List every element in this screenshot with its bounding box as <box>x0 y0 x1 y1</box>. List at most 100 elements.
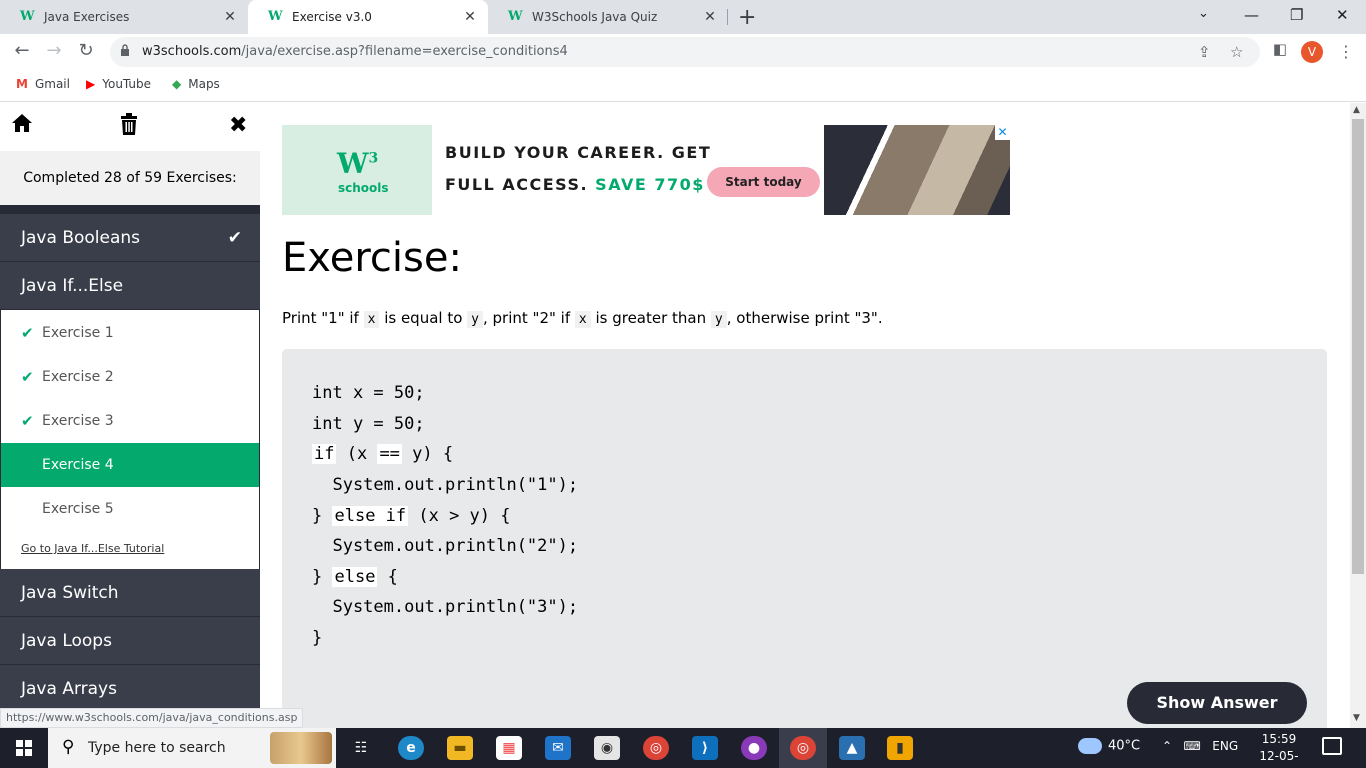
code-line: System.out.println("1"); <box>312 475 579 495</box>
photos-icon[interactable]: ▲ <box>839 736 865 760</box>
code-blank-input[interactable]: else if <box>332 506 409 526</box>
tab-java-exercises[interactable]: W Java Exercises ✕ <box>0 0 248 34</box>
section-label: Java Booleans <box>21 228 141 248</box>
chrome-active-icon[interactable]: ◎ <box>790 736 816 760</box>
exercise-label: Exercise 5 <box>42 501 114 517</box>
network-icon[interactable]: ⌨ <box>1184 739 1201 753</box>
close-tab-icon[interactable]: ✕ <box>462 9 478 25</box>
minimize-icon[interactable]: — <box>1244 6 1259 24</box>
advertisement-banner[interactable]: W3 schools BUILD YOUR CAREER. GET FULL A… <box>282 125 1010 215</box>
completed-count: Completed 28 of 59 Exercises: <box>0 151 260 205</box>
tab-w3schools-java-quiz[interactable]: W W3Schools Java Quiz ✕ <box>488 0 728 34</box>
bookmark-label: YouTube <box>102 77 152 91</box>
page-title: Exercise: <box>282 235 462 281</box>
desc-text: , print "2" if <box>483 309 575 327</box>
sidebar-section-java-switch[interactable]: Java Switch <box>0 569 260 617</box>
code-text: (x <box>336 444 378 464</box>
trash-icon-graphic <box>121 113 137 135</box>
scroll-thumb[interactable] <box>1352 119 1364 574</box>
home-icon[interactable] <box>11 113 33 139</box>
folder-user-icon[interactable]: ▮ <box>887 736 913 760</box>
page-scrollbar[interactable]: ▲ ▼ <box>1350 103 1366 728</box>
chrome-icon[interactable]: ◎ <box>643 736 669 760</box>
sidebar-section-java-if-else[interactable]: Java If...Else <box>0 262 260 310</box>
bookmark-gmail[interactable]: M Gmail <box>16 77 70 91</box>
share-icon[interactable]: ⇪ <box>1198 43 1211 61</box>
sidebar-item-exercise-2[interactable]: ✔ Exercise 2 <box>1 355 259 399</box>
mail-icon[interactable]: ✉ <box>545 736 571 760</box>
back-arrow-icon[interactable]: ← <box>10 40 34 61</box>
bookmark-star-icon[interactable]: ☆ <box>1230 43 1243 61</box>
sidebar-section-java-loops[interactable]: Java Loops <box>0 617 260 665</box>
tab-search-chevron-icon[interactable]: ⌄ <box>1198 6 1209 21</box>
forward-arrow-icon[interactable]: → <box>42 40 66 61</box>
trash-icon[interactable] <box>119 113 139 141</box>
task-view-icon[interactable]: ☷ <box>348 736 374 760</box>
store-icon[interactable]: ▦ <box>496 736 522 760</box>
close-tab-icon[interactable]: ✕ <box>222 9 238 25</box>
logo-letter: W <box>337 147 369 180</box>
close-window-icon[interactable]: ✕ <box>1336 6 1349 24</box>
scroll-up-arrow-icon[interactable]: ▲ <box>1353 105 1360 115</box>
address-bar[interactable]: w3schools.com/java/exercise.asp?filename… <box>110 37 1260 67</box>
code-blank-input[interactable]: else <box>332 567 378 587</box>
maximize-icon[interactable]: ❐ <box>1290 6 1303 24</box>
reload-icon[interactable]: ↻ <box>74 40 98 61</box>
media-app-icon[interactable]: ◉ <box>594 736 620 760</box>
vscode-icon[interactable]: ⟩ <box>692 736 718 760</box>
sidebar-section-java-arrays[interactable]: Java Arrays <box>0 665 260 713</box>
ad-close-icon[interactable]: ✕ <box>995 125 1010 140</box>
sidebar-item-exercise-3[interactable]: ✔ Exercise 3 <box>1 399 259 443</box>
exercise-list: ✔ Exercise 1 ✔ Exercise 2 ✔ Exercise 3 E… <box>1 310 259 569</box>
section-label: Java Switch <box>21 583 119 603</box>
exercise-sidebar: ✖ Completed 28 of 59 Exercises: Java Boo… <box>0 103 260 728</box>
url-path: /java/exercise.asp?filename=exercise_con… <box>241 44 568 59</box>
sidebar-item-exercise-5[interactable]: Exercise 5 <box>1 487 259 531</box>
code-line: System.out.println("3"); <box>312 597 579 617</box>
new-tab-icon[interactable]: + <box>738 5 756 30</box>
cloud-icon <box>1078 738 1102 754</box>
code-blank-input[interactable]: == <box>377 444 402 464</box>
home-icon-graphic <box>12 114 32 132</box>
close-sidebar-icon[interactable]: ✖ <box>229 113 247 138</box>
logo-subtext: schools <box>338 181 389 195</box>
bookmark-youtube[interactable]: ▶ YouTube <box>86 77 151 91</box>
sidebar-item-exercise-1[interactable]: ✔ Exercise 1 <box>1 311 259 355</box>
code-text: } <box>312 506 333 526</box>
sidebar-section-java-booleans[interactable]: Java Booleans ✔ <box>0 214 260 262</box>
sidebar-item-exercise-4[interactable]: Exercise 4 <box>1 443 259 487</box>
youtube-icon: ▶ <box>86 77 96 91</box>
scroll-down-arrow-icon[interactable]: ▼ <box>1353 713 1360 723</box>
lock-icon[interactable] <box>120 44 130 56</box>
file-explorer-icon[interactable]: ▬ <box>447 736 473 760</box>
desc-code: y <box>467 311 483 328</box>
checkmark-icon: ✔ <box>21 324 34 342</box>
ad-headline-2: FULL ACCESS. SAVE 770$ <box>445 175 705 194</box>
tutorial-link[interactable]: Go to Java If...Else Tutorial <box>21 542 164 555</box>
system-tray: ⌃ ⌨ ENG <box>1162 739 1238 753</box>
clock-date: 12-05-2023 <box>1259 749 1299 768</box>
browser-menu-icon[interactable]: ⋮ <box>1338 42 1354 61</box>
ad-start-today-button[interactable]: Start today <box>707 167 820 197</box>
github-icon[interactable]: ● <box>741 736 767 760</box>
logo-superscript: 3 <box>368 150 379 167</box>
tab-exercise-v3[interactable]: W Exercise v3.0 ✕ <box>248 0 488 34</box>
bookmarks-bar: M Gmail ▶ YouTube ◆ Maps <box>0 70 1366 102</box>
profile-avatar[interactable]: V <box>1301 41 1323 63</box>
language-indicator[interactable]: ENG <box>1212 739 1238 753</box>
url-text: w3schools.com/java/exercise.asp?filename… <box>142 44 568 59</box>
taskbar-clock[interactable]: 15:59 12-05-2023 <box>1252 731 1306 768</box>
edge-icon[interactable]: e <box>398 736 424 760</box>
windows-start-icon[interactable] <box>16 740 32 756</box>
side-panel-icon[interactable]: ◧ <box>1268 40 1292 58</box>
taskbar-search-box[interactable]: ⚲ Type here to search <box>48 728 336 768</box>
show-answer-button[interactable]: Show Answer <box>1127 682 1307 724</box>
bookmark-maps[interactable]: ◆ Maps <box>172 77 220 91</box>
close-tab-icon[interactable]: ✕ <box>702 9 718 25</box>
notification-center-icon[interactable] <box>1322 737 1342 755</box>
browser-tab-strip: W Java Exercises ✕ W Exercise v3.0 ✕ W W… <box>0 0 1366 34</box>
weather-widget[interactable]: 40°C <box>1078 738 1140 754</box>
code-blank-input[interactable]: if <box>312 444 337 464</box>
exercise-label: Exercise 4 <box>42 457 114 473</box>
tray-chevron-icon[interactable]: ⌃ <box>1162 739 1172 753</box>
